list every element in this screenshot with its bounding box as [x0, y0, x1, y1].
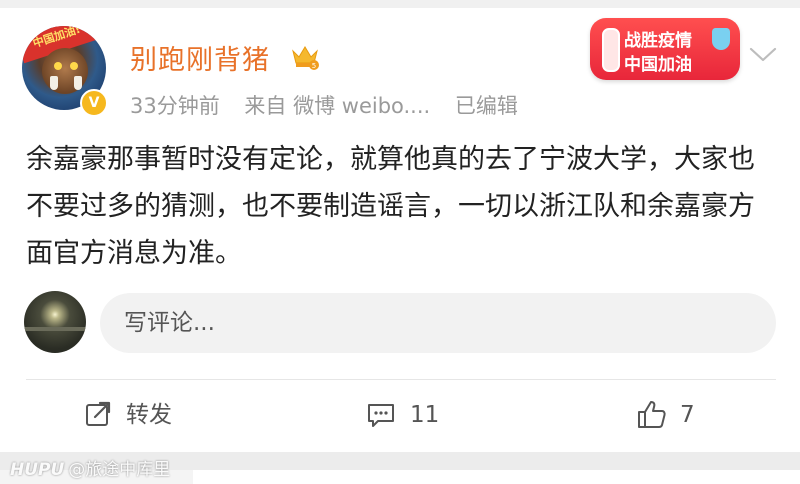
like-icon	[638, 401, 666, 428]
badge-line-1: 战胜疫情	[624, 31, 692, 51]
action-divider	[26, 379, 776, 380]
avatar-shoreline	[24, 327, 86, 331]
next-card-edge	[193, 470, 800, 484]
avatar-eye	[54, 62, 62, 70]
shield-icon	[712, 28, 730, 50]
avatar-tusk	[50, 76, 58, 90]
comment-count: 11	[410, 402, 440, 428]
repost-icon	[86, 401, 111, 426]
post-edited-label[interactable]: 已编辑	[455, 94, 518, 118]
post-time: 33分钟前	[130, 94, 220, 118]
comment-icon	[368, 404, 394, 427]
watermark: HUPU @旅途中库里	[10, 455, 170, 480]
hupu-logo: HUPU	[10, 460, 65, 480]
top-separator	[0, 0, 800, 8]
post-meta: 33分钟前 来自 微博 weibo.... 已编辑	[130, 90, 536, 120]
avatar-tusk	[74, 76, 82, 90]
test-tube-icon	[602, 28, 620, 72]
campaign-badge[interactable]: 战胜疫情 中国加油	[590, 18, 740, 80]
like-button[interactable]: 7	[636, 400, 706, 430]
post-source[interactable]: 来自 微博 weibo....	[244, 94, 430, 118]
verified-icon: V	[80, 89, 108, 117]
author-name[interactable]: 别跑刚背猪	[130, 38, 270, 77]
watermark-user: @旅途中库里	[68, 460, 171, 480]
post-content: 余嘉豪那事暂时没有定论，就算他真的去了宁波大学，大家也不要过多的猜测，也不要制造…	[26, 144, 755, 269]
current-user-avatar[interactable]	[24, 291, 86, 353]
avatar-eye	[70, 62, 78, 70]
repost-label: 转发	[126, 402, 172, 428]
comment-button[interactable]: 11	[366, 400, 446, 430]
crown-icon[interactable]: 5	[290, 41, 320, 71]
chevron-down-icon[interactable]	[748, 44, 778, 64]
comment-input[interactable]: 写评论...	[100, 293, 776, 353]
like-count: 7	[680, 402, 695, 428]
svg-text:5: 5	[312, 62, 316, 70]
badge-line-2: 中国加油	[624, 55, 692, 75]
repost-button[interactable]: 转发	[84, 400, 194, 430]
